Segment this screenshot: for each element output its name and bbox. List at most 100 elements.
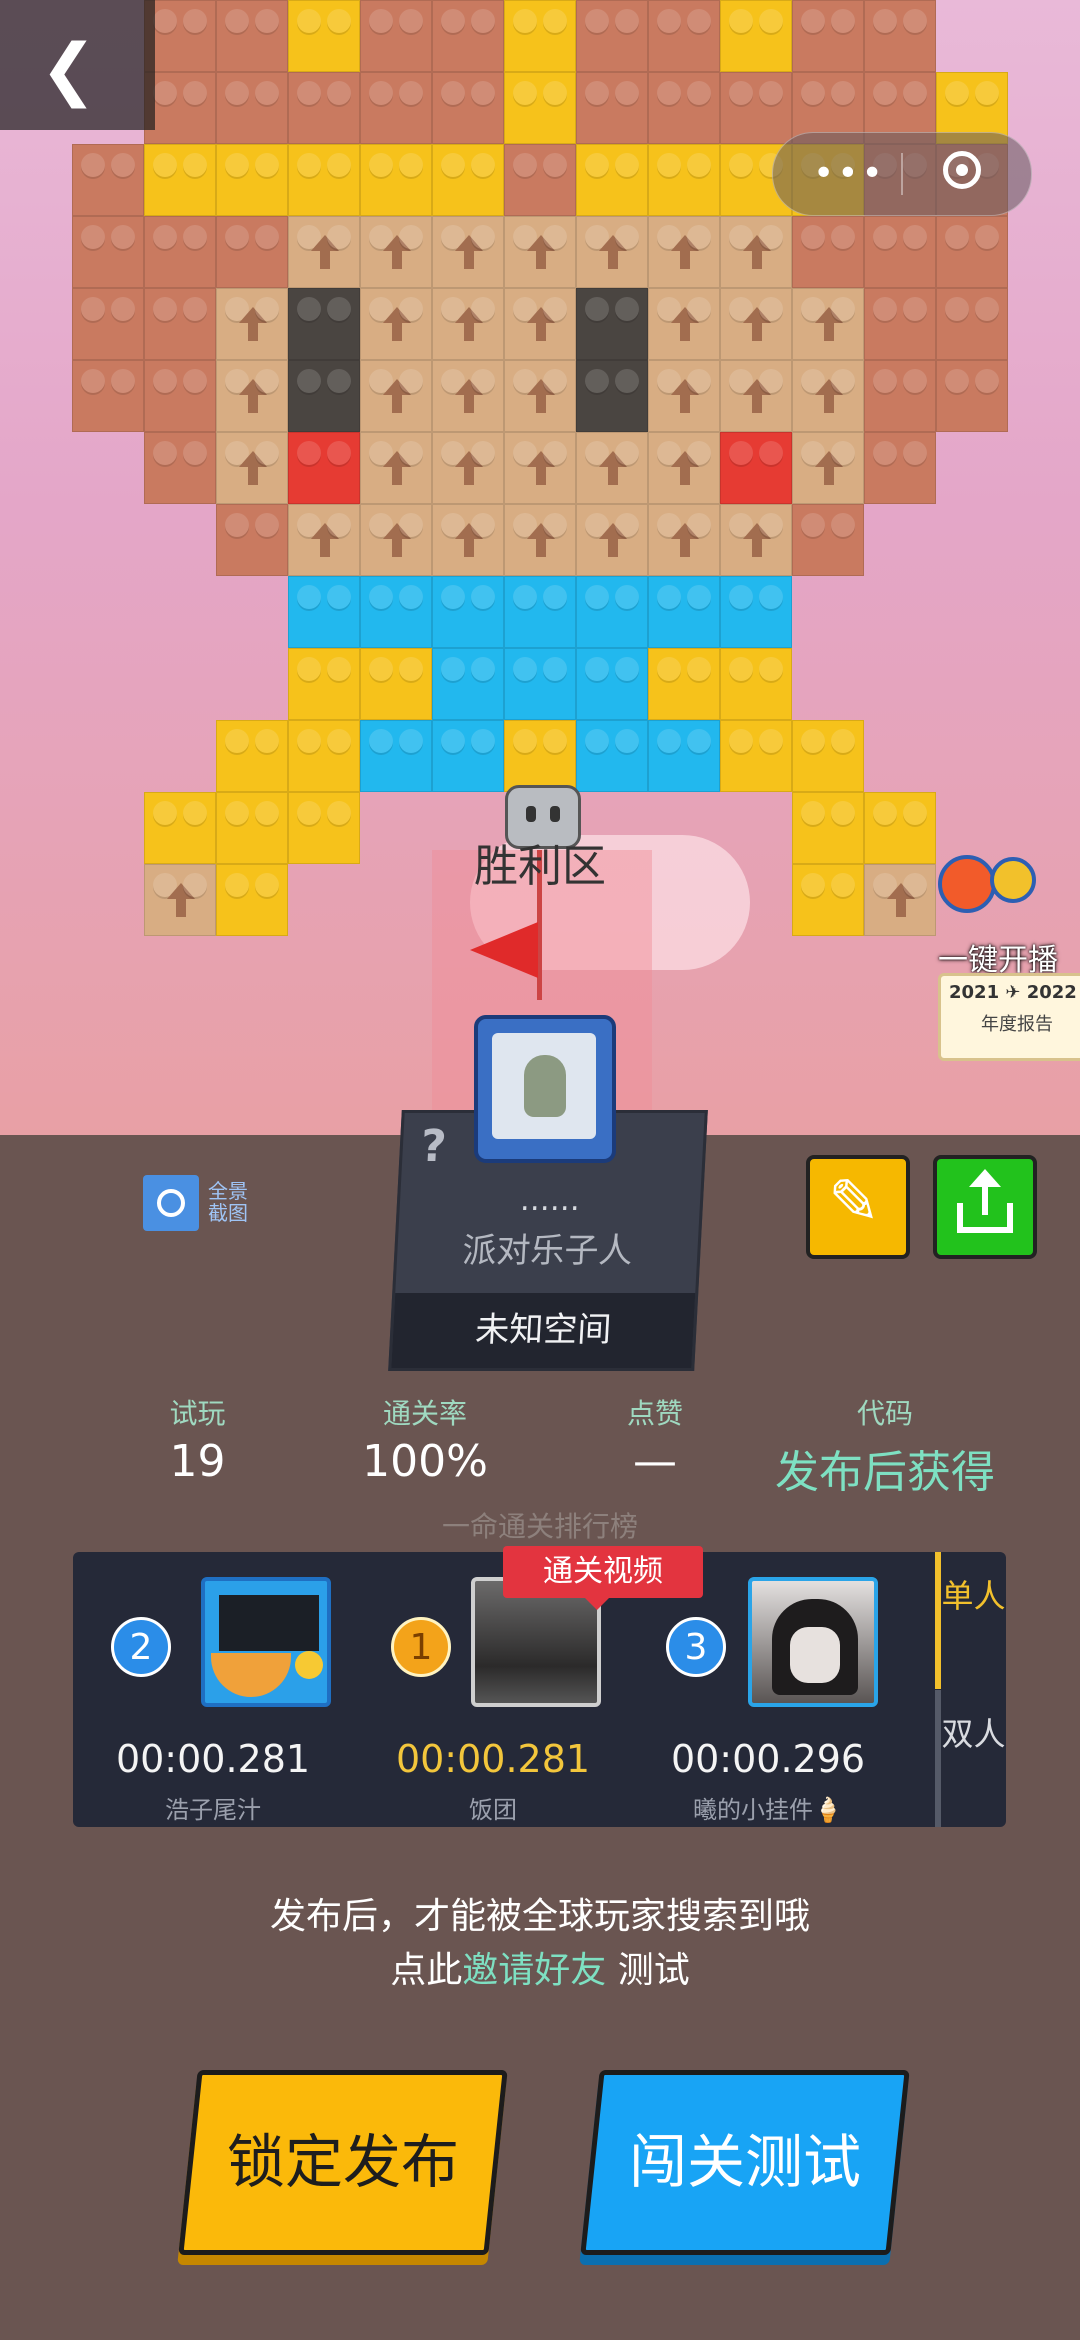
- salmon-brick: [432, 72, 504, 144]
- up-arrow-icon: [599, 451, 627, 467]
- arrow-stem: [680, 539, 690, 557]
- tan-arrow-brick: [576, 216, 648, 288]
- salmon-brick: [936, 216, 1008, 288]
- player-avatar[interactable]: [201, 1577, 331, 1707]
- tan-arrow-brick: [792, 432, 864, 504]
- clear-time: 00:00.281: [115, 1737, 311, 1781]
- stat-value: 100%: [362, 1436, 488, 1487]
- arrow-stem: [680, 395, 690, 413]
- share-upload-icon: [969, 1169, 1001, 1187]
- arrow-stem: [536, 251, 546, 269]
- yellow-brick: [216, 792, 288, 864]
- player-name: 浩子尾汁: [165, 1796, 261, 1824]
- arrow-stem: [248, 395, 258, 413]
- arrow-stem: [536, 395, 546, 413]
- tab-duo[interactable]: 双人: [935, 1690, 1006, 1827]
- dark-brick: [288, 288, 360, 360]
- blue-brick: [648, 576, 720, 648]
- up-arrow-icon: [743, 235, 771, 251]
- yellow-brick: [144, 792, 216, 864]
- blue-brick: [288, 576, 360, 648]
- yellow-brick: [504, 0, 576, 72]
- tan-arrow-brick: [432, 216, 504, 288]
- up-arrow-icon: [743, 307, 771, 323]
- arrow-stem: [392, 467, 402, 485]
- arrow-stem: [896, 899, 906, 917]
- salmon-brick: [144, 288, 216, 360]
- rank-badge: 2: [111, 1617, 171, 1677]
- up-arrow-icon: [671, 451, 699, 467]
- edit-button[interactable]: ✎: [806, 1155, 910, 1259]
- leaderboard-entry[interactable]: 2 00:00.281 浩子尾汁: [73, 1552, 353, 1827]
- live-promo-widget[interactable]: 一键开播 2021 ✈ 2022 年度报告: [938, 855, 1080, 1061]
- arrow-stem: [176, 899, 186, 917]
- arrow-stem: [464, 467, 474, 485]
- tan-arrow-brick: [288, 216, 360, 288]
- back-button[interactable]: ❮: [0, 0, 155, 130]
- up-arrow-icon: [311, 523, 339, 539]
- up-arrow-icon: [527, 235, 555, 251]
- dark-brick: [288, 360, 360, 432]
- blue-brick: [576, 576, 648, 648]
- tab-single[interactable]: 单人: [935, 1552, 1006, 1689]
- arrow-stem: [392, 539, 402, 557]
- tan-arrow-brick: [648, 432, 720, 504]
- yellow-brick: [432, 144, 504, 216]
- salmon-brick: [72, 144, 144, 216]
- space-name: 未知空间: [391, 1293, 696, 1368]
- miniprogram-capsule: •••: [772, 132, 1032, 216]
- blue-brick: [360, 720, 432, 792]
- blue-brick: [504, 648, 576, 720]
- level-ellipsis: ……: [519, 1183, 582, 1218]
- stat-label: 代码: [856, 1397, 913, 1430]
- tan-arrow-brick: [576, 432, 648, 504]
- salmon-brick: [216, 216, 288, 288]
- up-arrow-icon: [455, 307, 483, 323]
- screenshot-label[interactable]: 全景截图: [208, 1180, 258, 1224]
- yellow-brick: [576, 144, 648, 216]
- dark-brick: [576, 288, 648, 360]
- arrow-stem: [680, 251, 690, 269]
- tan-arrow-brick: [720, 216, 792, 288]
- arrow-stem: [824, 395, 834, 413]
- author-avatar[interactable]: [474, 1015, 616, 1163]
- stat-label: 试玩: [169, 1397, 226, 1430]
- up-arrow-icon: [383, 451, 411, 467]
- camera-icon[interactable]: [143, 1175, 199, 1231]
- tan-arrow-brick: [504, 288, 576, 360]
- arrow-stem: [752, 395, 762, 413]
- up-arrow-icon: [671, 307, 699, 323]
- promo-subtitle: 年度报告: [981, 1014, 1053, 1035]
- lock-publish-button[interactable]: 锁定发布: [178, 2070, 508, 2255]
- invite-friends-link[interactable]: 邀请好友: [462, 1950, 606, 1991]
- stat-value: —: [633, 1436, 677, 1487]
- victory-zone-label: 胜利区: [474, 841, 606, 892]
- hint-prefix: 点此: [390, 1950, 463, 1991]
- up-arrow-icon: [455, 235, 483, 251]
- share-button[interactable]: [933, 1155, 1037, 1259]
- test-level-button[interactable]: 闯关测试: [580, 2070, 910, 2255]
- annual-report-card[interactable]: 2021 ✈ 2022 年度报告: [938, 973, 1080, 1061]
- up-arrow-icon: [527, 379, 555, 395]
- salmon-brick: [792, 504, 864, 576]
- up-arrow-icon: [671, 523, 699, 539]
- leaderboard-entry[interactable]: 3 00:00.296 曦的小挂件🍦: [628, 1552, 908, 1827]
- salmon-brick: [144, 216, 216, 288]
- player-avatar[interactable]: [748, 1577, 878, 1707]
- hint-line-1: 发布后，才能被全球玩家搜索到哦: [269, 1896, 810, 1937]
- more-dots-icon[interactable]: •••: [813, 153, 886, 194]
- salmon-brick: [288, 72, 360, 144]
- avatar-screen: [219, 1595, 319, 1651]
- stat-likes: 点赞 —: [600, 1392, 710, 1487]
- up-arrow-icon: [383, 379, 411, 395]
- yellow-brick: [288, 720, 360, 792]
- salmon-brick: [216, 504, 288, 576]
- tan-arrow-brick: [792, 288, 864, 360]
- leaderboard-panel: 2 00:00.281 浩子尾汁 1 00:00.281 饭团 通关视频 3 0…: [73, 1546, 1006, 1827]
- yellow-brick: [288, 648, 360, 720]
- avatar-figure: [524, 1055, 566, 1117]
- salmon-brick: [792, 216, 864, 288]
- stat-label: 点赞: [626, 1397, 683, 1430]
- blue-brick: [360, 576, 432, 648]
- target-close-icon[interactable]: [943, 151, 981, 189]
